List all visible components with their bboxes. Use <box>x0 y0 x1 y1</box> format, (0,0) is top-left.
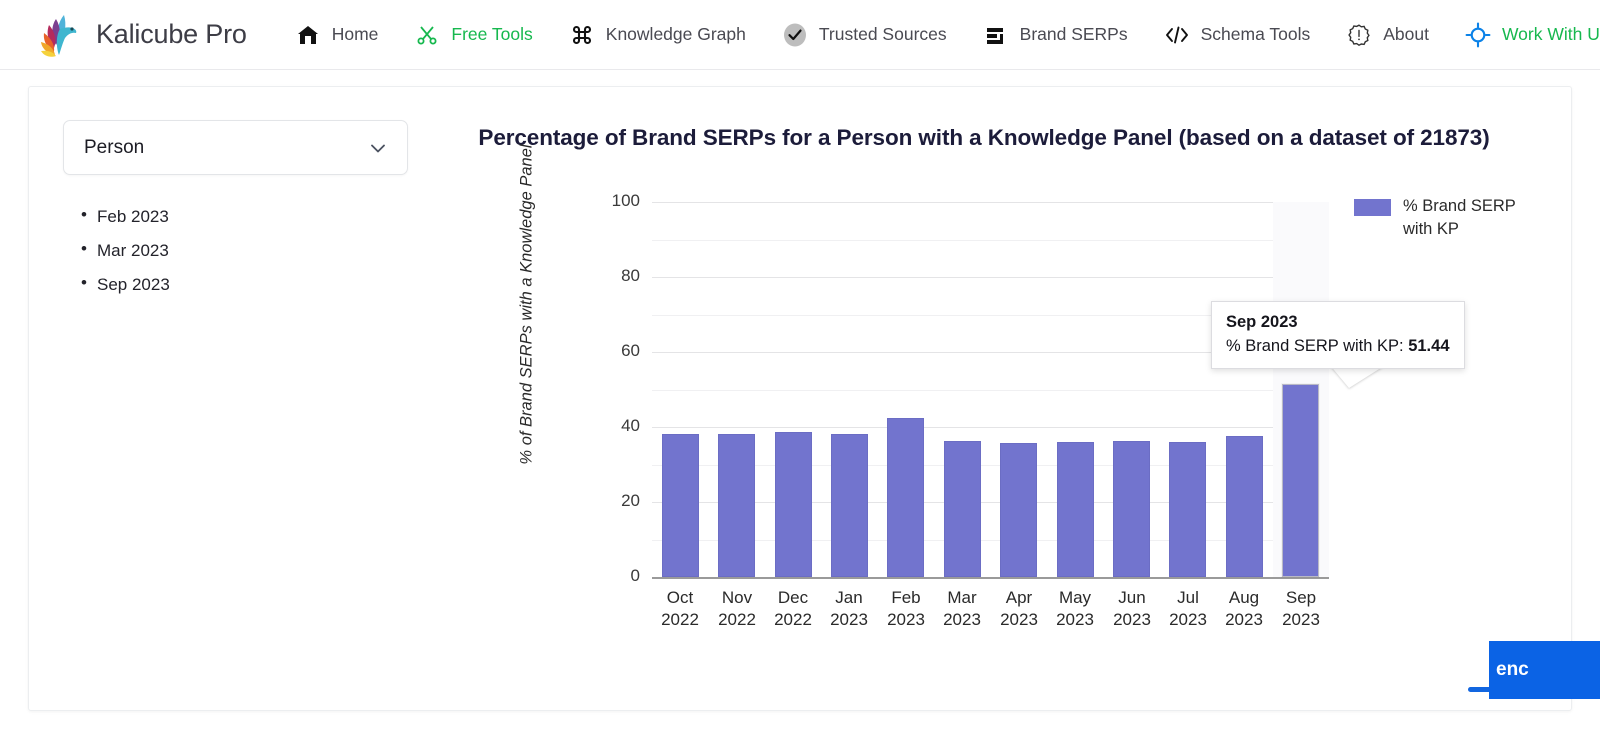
brand-name: Kalicube Pro <box>96 19 247 49</box>
chart-container: Percentage of Brand SERPs for a Person w… <box>429 87 1573 710</box>
nav-items: Home Free Tools Knowledge Graph Trusted … <box>277 1 1600 69</box>
chart-bar[interactable] <box>718 434 755 577</box>
command-icon <box>569 22 595 48</box>
page-root: Kalicube Pro Home Free Tools Knowledge G… <box>0 0 1600 748</box>
nav-item-work-with-us[interactable]: Work With Us <box>1447 1 1600 69</box>
target-circle-icon <box>1465 22 1491 48</box>
chart-bar[interactable] <box>1000 443 1037 577</box>
x-axis-tick-year: 2023 <box>1282 610 1320 629</box>
y-axis-tick-label: 100 <box>611 191 640 210</box>
legend-color-swatch <box>1354 199 1391 216</box>
scissors-icon <box>414 22 440 48</box>
chart-bar[interactable] <box>887 418 924 577</box>
chart-bar[interactable] <box>1169 442 1206 577</box>
entity-type-select-value: Person <box>84 136 145 158</box>
gridline-minor <box>652 240 1329 241</box>
chevron-down-icon <box>367 137 389 159</box>
nav-item-schema-tools-label: Schema Tools <box>1200 24 1311 44</box>
nav-item-trusted-sources-label: Trusted Sources <box>818 24 947 44</box>
y-axis-tick-label: 40 <box>621 416 640 435</box>
main-content-card: Person Feb 2023 Mar 2023 Sep 2023 Percen… <box>28 86 1572 711</box>
nav-item-free-tools-label: Free Tools <box>451 24 533 44</box>
bars-list-icon <box>983 22 1009 48</box>
check-circle-icon <box>782 22 808 48</box>
brand-logo[interactable]: Kalicube Pro <box>34 7 247 63</box>
y-axis-tick-label: 0 <box>630 566 640 585</box>
nav-item-brand-serps[interactable]: Brand SERPs <box>965 1 1146 69</box>
chart-bar[interactable] <box>831 434 868 577</box>
y-axis-tick-label: 60 <box>621 341 640 360</box>
chart-bar[interactable] <box>775 432 812 577</box>
nav-item-trusted-sources[interactable]: Trusted Sources <box>764 1 965 69</box>
nav-item-knowledge-graph[interactable]: Knowledge Graph <box>551 1 764 69</box>
tooltip-series-label: % Brand SERP with KP: <box>1226 337 1404 355</box>
y-axis-tick-label: 80 <box>621 266 640 285</box>
list-item[interactable]: Mar 2023 <box>81 240 408 259</box>
tooltip-value: 51.44 <box>1408 337 1450 355</box>
nav-item-knowledge-graph-label: Knowledge Graph <box>605 24 746 44</box>
code-brackets-icon <box>1164 22 1190 48</box>
gridline <box>652 427 1329 428</box>
nav-item-work-with-us-label: Work With Us <box>1501 24 1600 44</box>
nav-item-about-label: About <box>1383 24 1429 44</box>
entity-type-select[interactable]: Person <box>63 120 408 175</box>
top-navigation-bar: Kalicube Pro Home Free Tools Knowledge G… <box>0 0 1600 70</box>
bar-chart-plot[interactable]: % of Brand SERPs with a Knowledge Panel … <box>429 87 1573 710</box>
x-axis-tick-label: Sep 2023 <box>1261 587 1341 631</box>
floating-feedback-button[interactable]: enc <box>1489 641 1600 699</box>
nav-item-home[interactable]: Home <box>277 1 397 69</box>
chart-bar[interactable] <box>662 434 699 577</box>
nav-item-home-label: Home <box>331 24 379 44</box>
y-axis-tick-label: 20 <box>621 491 640 510</box>
gridline-minor <box>652 390 1329 391</box>
legend-label: % Brand SERP with KP <box>1403 197 1516 238</box>
chart-tooltip: Sep 2023 % Brand SERP with KP: 51.44 <box>1211 301 1465 369</box>
chart-bar[interactable] <box>944 441 981 577</box>
tooltip-row: % Brand SERP with KP: 51.44 <box>1226 337 1450 356</box>
chart-bar[interactable] <box>1226 436 1263 577</box>
list-item[interactable]: Feb 2023 <box>81 206 408 225</box>
info-badge-icon <box>1346 22 1372 48</box>
y-axis-title: % of Brand SERPs with a Knowledge Panel <box>517 144 536 465</box>
kalicube-bird-logo-icon <box>34 7 90 63</box>
sidebar: Person Feb 2023 Mar 2023 Sep 2023 <box>63 120 408 310</box>
tooltip-title: Sep 2023 <box>1226 313 1298 331</box>
nav-item-schema-tools[interactable]: Schema Tools <box>1146 1 1329 69</box>
list-item[interactable]: Sep 2023 <box>81 274 408 293</box>
home-icon <box>295 22 321 48</box>
x-axis-line <box>652 577 1329 579</box>
update-dates-list: Feb 2023 Mar 2023 Sep 2023 <box>63 206 408 293</box>
chart-bar[interactable] <box>1057 442 1094 577</box>
nav-item-free-tools[interactable]: Free Tools <box>396 1 550 69</box>
nav-item-about[interactable]: About <box>1328 1 1447 69</box>
chart-legend[interactable]: % Brand SERP with KP <box>1354 195 1531 241</box>
chart-bar[interactable] <box>1113 441 1150 577</box>
x-axis-tick-month: Sep <box>1285 588 1317 607</box>
chart-bar[interactable] <box>1282 384 1319 577</box>
gridline <box>652 202 1329 203</box>
nav-item-brand-serps-label: Brand SERPs <box>1019 24 1128 44</box>
gridline <box>652 277 1329 278</box>
